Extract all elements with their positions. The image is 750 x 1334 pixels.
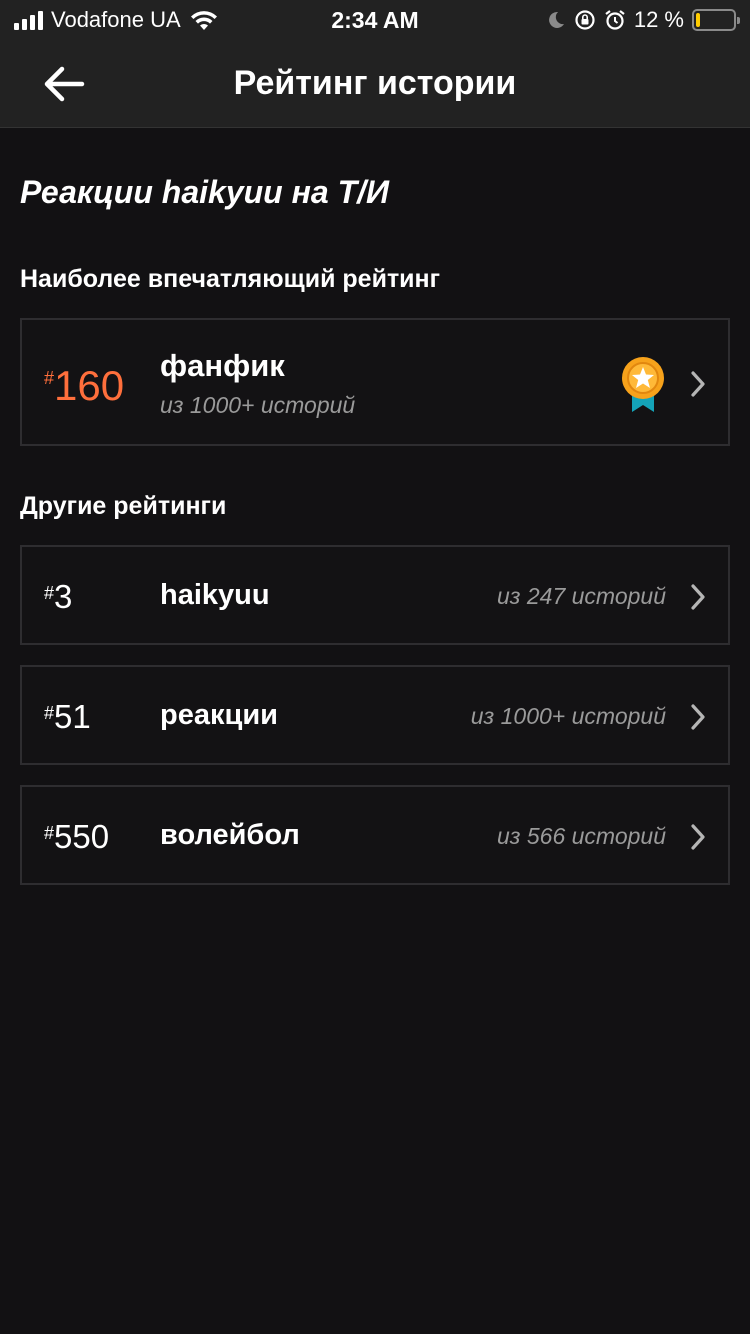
rank-number: # 160 [44,364,124,408]
ranking-tag: волейбол [160,819,300,851]
best-ranking-card[interactable]: # 160 фанфик из 1000+ историй [20,318,730,446]
page-title: Рейтинг истории [233,64,517,102]
section-title-other: Другие рейтинги [20,492,227,520]
ranking-out-of: из 1000+ историй [160,392,356,418]
alarm-icon [605,10,625,30]
battery-percent: 12 % [633,7,684,32]
ranking-tag: реакции [160,699,278,731]
rank-hash: # [44,368,55,388]
ranking-tag: haikyuu [160,579,270,611]
nav-bar: Рейтинг истории [0,40,750,128]
ranking-out-of: из 247 историй [497,583,666,609]
rank-value: 160 [54,362,125,409]
rank-value: 51 [54,698,91,735]
moon-icon [548,11,564,28]
rank-hash: # [44,583,55,603]
ranking-row[interactable]: # 51 реакции из 1000+ историй [20,665,730,765]
rank-value: 3 [54,578,73,615]
rank-number: # 51 [44,699,91,735]
rank-value: 550 [54,818,110,855]
main-content: Реакции haikyuu на Т/И Наиболее впечатля… [20,128,730,885]
rank-hash: # [44,823,55,843]
chevron-right-icon [691,704,705,730]
rank-number: # 3 [44,579,72,615]
story-title: Реакции haikyuu на Т/И [20,174,390,210]
chevron-right-icon [691,371,705,397]
ranking-row[interactable]: # 3 haikyuu из 247 историй [20,545,730,645]
section-title-best: Наиболее впечатляющий рейтинг [20,265,441,293]
rank-hash: # [44,703,55,723]
chevron-right-icon [691,584,705,610]
ranking-tag: фанфик [160,348,285,383]
status-bar: Vodafone UA 2:34 AM 12 % [0,0,750,40]
ranking-out-of: из 1000+ историй [470,703,666,729]
chevron-right-icon [691,824,705,850]
ranking-out-of: из 566 историй [497,823,666,849]
medal-icon [622,357,664,412]
ranking-row[interactable]: # 550 волейбол из 566 историй [20,785,730,885]
rotation-lock-icon [575,10,595,30]
battery-icon [692,9,740,31]
rank-number: # 550 [44,819,109,855]
